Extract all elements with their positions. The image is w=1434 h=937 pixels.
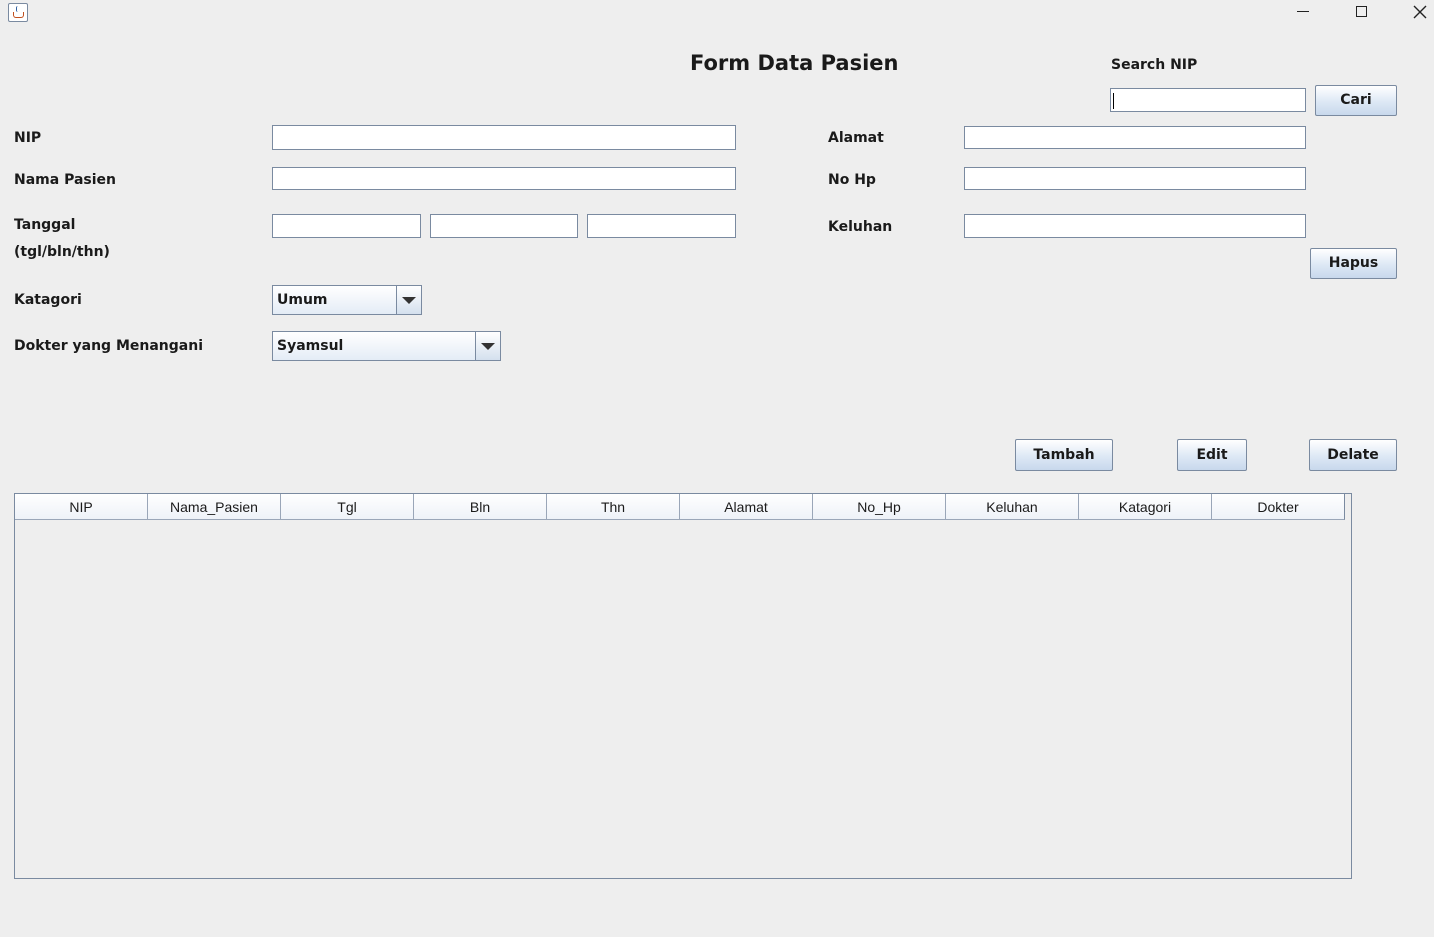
- search-nip-input[interactable]: [1110, 88, 1306, 112]
- katagori-selected-value: Umum: [277, 292, 328, 308]
- no-hp-label: No Hp: [828, 172, 876, 188]
- column-header-dokter[interactable]: Dokter: [1212, 494, 1345, 520]
- no-hp-input[interactable]: [964, 167, 1306, 190]
- table-body[interactable]: [15, 520, 1351, 878]
- katagori-select[interactable]: Umum: [272, 285, 422, 315]
- window-titlebar: [0, 0, 1434, 30]
- minimize-button[interactable]: [1280, 0, 1326, 30]
- column-header-tgl[interactable]: Tgl: [281, 494, 414, 520]
- nip-input[interactable]: [272, 125, 736, 150]
- nama-pasien-input[interactable]: [272, 167, 736, 190]
- chevron-down-icon[interactable]: [475, 332, 500, 360]
- bln-input[interactable]: [430, 214, 578, 238]
- column-header-no-hp[interactable]: No_Hp: [813, 494, 946, 520]
- delete-button[interactable]: Delate: [1309, 439, 1397, 471]
- maximize-button[interactable]: [1338, 0, 1384, 30]
- close-button[interactable]: [1396, 0, 1434, 30]
- dokter-label: Dokter yang Menangani: [14, 338, 203, 354]
- alamat-input[interactable]: [964, 126, 1306, 149]
- table-header: NIP Nama_Pasien Tgl Bln Thn Alamat No_Hp…: [15, 494, 1351, 520]
- cari-button[interactable]: Cari: [1315, 85, 1397, 116]
- katagori-label: Katagori: [14, 292, 82, 308]
- column-header-katagori[interactable]: Katagori: [1079, 494, 1212, 520]
- tgl-input[interactable]: [272, 214, 421, 238]
- column-header-bln[interactable]: Bln: [414, 494, 547, 520]
- dokter-select[interactable]: Syamsul: [272, 331, 501, 361]
- tambah-button[interactable]: Tambah: [1015, 439, 1113, 471]
- column-header-nama-pasien[interactable]: Nama_Pasien: [148, 494, 281, 520]
- page-title: Form Data Pasien: [690, 51, 899, 75]
- nip-label: NIP: [14, 130, 42, 146]
- close-icon: [1413, 5, 1427, 19]
- column-header-nip[interactable]: NIP: [15, 494, 148, 520]
- alamat-label: Alamat: [828, 130, 884, 146]
- nama-pasien-label: Nama Pasien: [14, 172, 116, 188]
- search-nip-label: Search NIP: [1111, 57, 1198, 73]
- edit-button[interactable]: Edit: [1177, 439, 1247, 471]
- patient-table[interactable]: NIP Nama_Pasien Tgl Bln Thn Alamat No_Hp…: [14, 493, 1352, 879]
- tanggal-hint-label: (tgl/bln/thn): [14, 244, 110, 260]
- tanggal-label: Tanggal: [14, 217, 76, 233]
- column-header-thn[interactable]: Thn: [547, 494, 680, 520]
- keluhan-input[interactable]: [964, 214, 1306, 238]
- column-header-keluhan[interactable]: Keluhan: [946, 494, 1079, 520]
- thn-input[interactable]: [587, 214, 736, 238]
- chevron-down-icon[interactable]: [396, 286, 421, 314]
- hapus-button[interactable]: Hapus: [1310, 248, 1397, 279]
- dokter-selected-value: Syamsul: [277, 338, 344, 354]
- column-header-alamat[interactable]: Alamat: [680, 494, 813, 520]
- java-cup-icon: [8, 3, 28, 22]
- keluhan-label: Keluhan: [828, 219, 893, 235]
